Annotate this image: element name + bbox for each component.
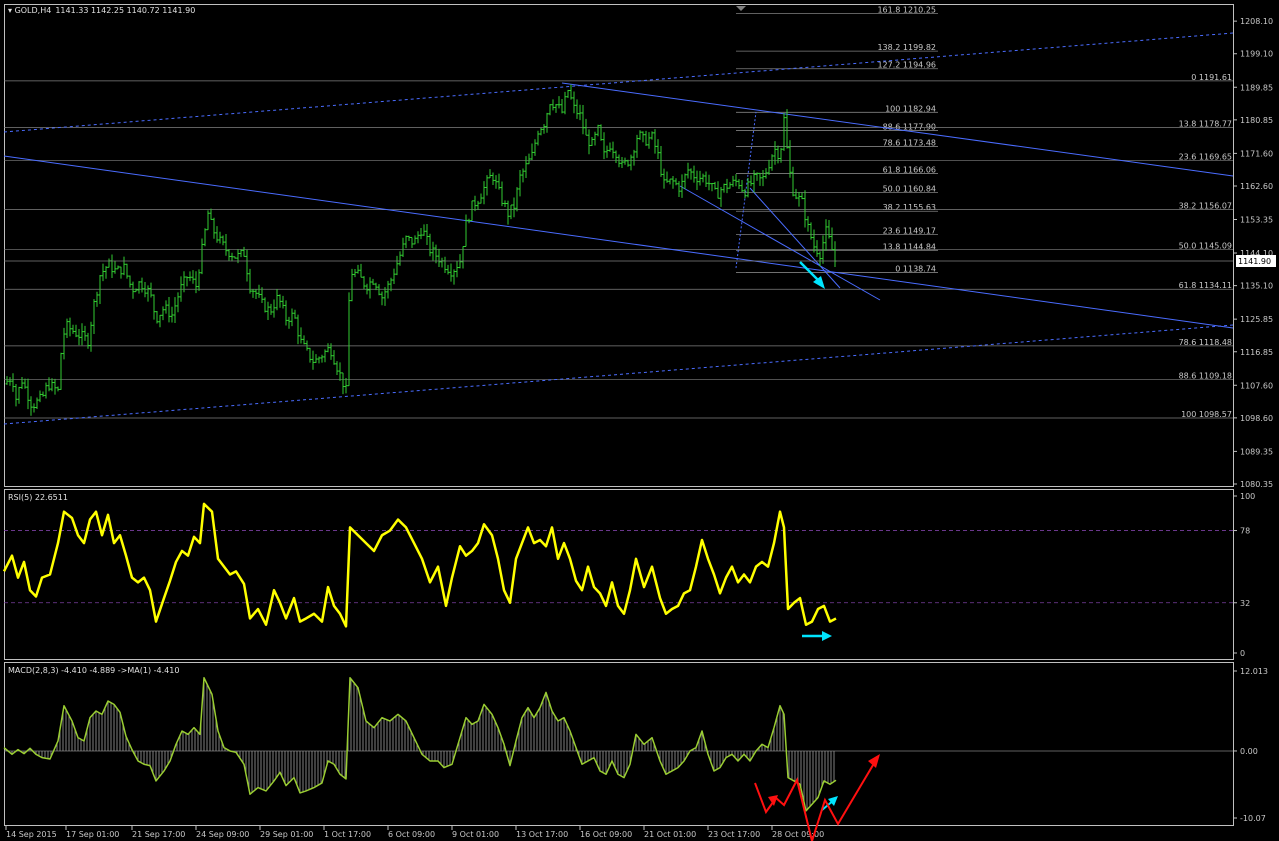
ohlc-label: 1141.33 1142.25 1140.72 1141.90 (55, 6, 195, 15)
fibo-left-level-label: 138.2 1199.82 (877, 43, 936, 52)
macd-header: MACD(2,8,3) -4.410 -4.889 ->MA(1) -4.410 (8, 666, 179, 675)
time-tick-label: 13 Oct 17:00 (516, 830, 568, 839)
fibo-right-level-label: 13.8 1178.77 (1179, 119, 1232, 128)
short-trendline-a (679, 185, 881, 301)
time-tick-label: 14 Sep 2015 (6, 830, 57, 839)
fibo-left-level-label: 0 1138.74 (895, 264, 936, 273)
chart-header-symbol: ▾ GOLD,H4 1141.33 1142.25 1140.72 1141.90 (8, 6, 195, 15)
long-descending-trendline (3, 155, 1234, 329)
fibo-right-level-label: 50.0 1145.09 (1179, 241, 1232, 250)
price-tick-label: 1153.35 (1240, 216, 1273, 225)
fibo-left-level-label: 23.6 1149.17 (883, 227, 936, 236)
price-tick-label: 1089.35 (1240, 447, 1273, 456)
time-axis: 14 Sep 2015 17 Sep 01:00 21 Sep 17:00 24 Se… (5, 826, 824, 839)
macd-signal-line (3, 676, 837, 812)
fibo-left-level-label: 161.8 1210.25 (877, 5, 936, 14)
trendlines (3, 32, 1234, 425)
rsi-line (2, 502, 837, 628)
price-tick-label: 1098.60 (1240, 414, 1273, 423)
macd-tick-label: 12.013 (1240, 667, 1268, 676)
time-tick-label: 1 Oct 17:00 (324, 830, 371, 839)
time-tick-label: 21 Sep 17:00 (132, 830, 185, 839)
time-tick-label: 17 Sep 01:00 (66, 830, 119, 839)
time-tick-label: 24 Sep 09:00 (196, 830, 249, 839)
cyan-arrow-right-icon (802, 631, 832, 641)
fibo-left-level-label: 78.6 1173.48 (883, 139, 936, 148)
trading-chart[interactable]: 161.8 1210.25 138.2 1199.82 127.2 1194.96 1… (0, 0, 1279, 841)
time-tick-label: 9 Oct 01:00 (452, 830, 499, 839)
price-tick-label: 1189.85 (1240, 83, 1273, 92)
time-tick-label: 21 Oct 01:00 (644, 830, 696, 839)
fibo-left-level-label: 61.8 1166.06 (883, 165, 936, 174)
shift-marker-icon[interactable] (736, 6, 746, 11)
fibonacci-levels: 161.8 1210.25 138.2 1199.82 127.2 1194.96 1… (4, 5, 1233, 419)
lower-channel-dotted (3, 324, 1234, 425)
rsi-panel-border (4, 489, 1234, 660)
price-panel-border (4, 4, 1234, 487)
price-tick-label: 1107.60 (1240, 381, 1273, 390)
price-tick-label: 1135.10 (1240, 282, 1273, 291)
rsi-indicator: 100 78 32 0 (2, 492, 1255, 658)
fibo-left-level-label: 13.8 1144.84 (883, 242, 936, 251)
time-tick-label: 28 Oct 09:00 (772, 830, 824, 839)
macd-tick-label: -10.07 (1240, 814, 1266, 823)
fibo-left-level-label: 127.2 1194.96 (877, 61, 936, 70)
fibo-right-level-label: 23.6 1169.65 (1179, 152, 1232, 161)
annotation-arrows (754, 261, 880, 841)
macd-tick-label: 0.00 (1240, 747, 1258, 756)
price-tick-label: 1171.60 (1240, 149, 1273, 158)
upper-channel-dotted (3, 32, 1234, 133)
price-tick-label: 1125.85 (1240, 315, 1273, 324)
price-tick-label: 1199.10 (1240, 50, 1273, 59)
time-tick-label: 23 Oct 17:00 (708, 830, 760, 839)
fibo-right-level-label: 61.8 1134.11 (1179, 281, 1232, 290)
price-tick-label: 1208.10 (1240, 17, 1273, 26)
fibo-left-level-label: 38.2 1155.63 (883, 203, 936, 212)
rsi-tick-label: 0 (1240, 649, 1245, 658)
fibo-left-level-label: 50.0 1160.84 (883, 184, 936, 193)
price-tick-label: 1180.85 (1240, 116, 1273, 125)
fibo-left-level-label: 100 1182.94 (885, 104, 936, 113)
price-tick-label: 1080.35 (1240, 480, 1273, 489)
rsi-tick-label: 100 (1240, 492, 1255, 501)
fibo-right-level-label: 88.6 1109.18 (1179, 372, 1232, 381)
time-tick-label: 6 Oct 09:00 (388, 830, 435, 839)
price-candles (5, 84, 837, 416)
fibo-right-level-label: 100 1098.57 (1181, 410, 1232, 419)
symbol-label: GOLD,H4 (15, 6, 52, 15)
current-price-tag: 1141.90 (1238, 257, 1271, 266)
rsi-tick-label: 32 (1240, 599, 1250, 608)
fibo-right-level-label: 78.6 1118.48 (1179, 338, 1232, 347)
price-axis: 1208.10 1199.10 1189.85 1180.85 1171.60 1162.… (1233, 17, 1273, 489)
fibo-right-level-label: 38.2 1156.07 (1179, 202, 1232, 211)
rsi-header: RSI(5) 22.6511 (8, 493, 68, 502)
fibo-right-level-label: 0 1191.61 (1191, 73, 1232, 82)
upper-descending-trendline (561, 82, 1234, 177)
price-tick-label: 1116.85 (1240, 348, 1273, 357)
fibo-vertical-dotted (735, 111, 757, 269)
rsi-tick-label: 78 (1240, 527, 1250, 536)
time-tick-label: 29 Sep 01:00 (260, 830, 313, 839)
price-tick-label: 1162.60 (1240, 182, 1273, 191)
macd-indicator: 12.013 0.00 -10.07 (3, 667, 1268, 823)
time-tick-label: 16 Oct 09:00 (580, 830, 632, 839)
